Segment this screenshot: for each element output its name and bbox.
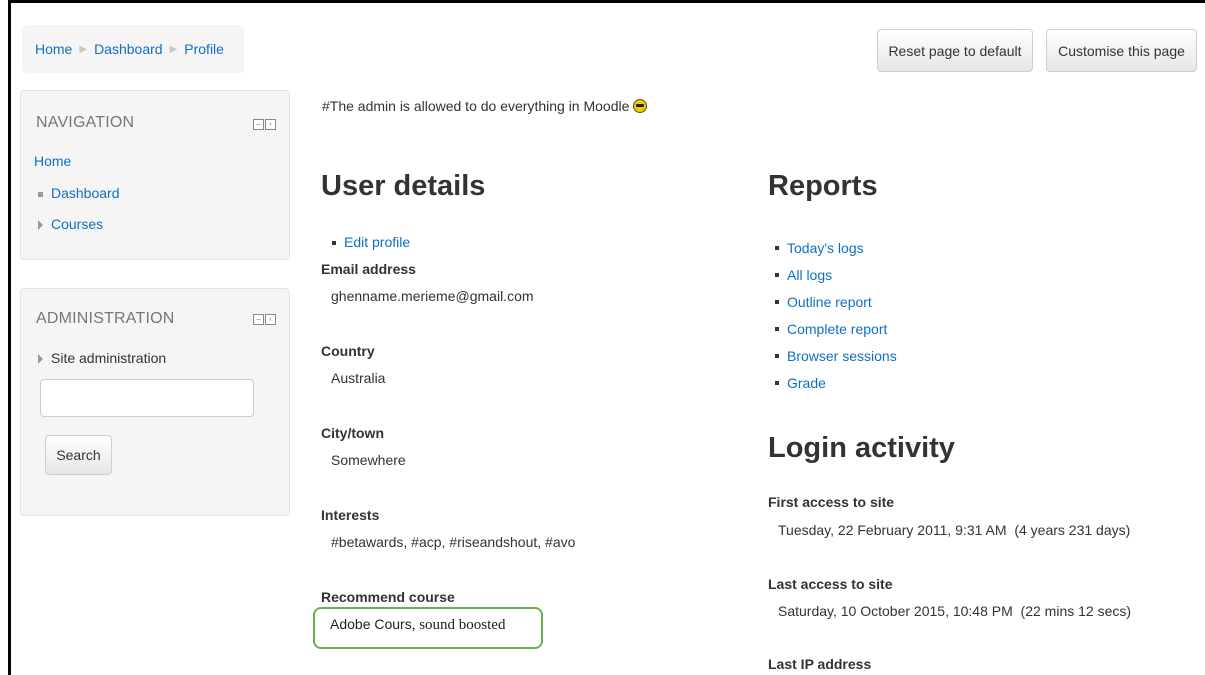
bullet-icon (775, 353, 779, 358)
minimize-icon[interactable]: – (253, 314, 264, 325)
breadcrumb-dashboard[interactable]: Dashboard (94, 41, 163, 57)
list-item[interactable]: Browser sessions (775, 342, 897, 369)
navigation-title: NAVIGATION (36, 114, 135, 131)
recommend-course-label: Recommend course (321, 589, 455, 605)
list-item[interactable]: Grade (775, 369, 897, 396)
interests-links[interactable]: #betawards, #acp, #riseandshout, #avo (331, 534, 575, 550)
login-activity-heading: Login activity (768, 432, 955, 464)
admin-search-button[interactable]: Search (45, 435, 112, 475)
list-item[interactable]: Complete report (775, 315, 897, 342)
report-all-logs-link[interactable]: All logs (787, 267, 832, 283)
bullet-icon (775, 299, 779, 304)
administration-block: ADMINISTRATION – ‹ Site administration S… (20, 288, 290, 516)
reset-page-button[interactable]: Reset page to default (877, 29, 1033, 72)
email-link[interactable]: ghenname.merieme@gmail.com (331, 288, 534, 304)
city-label: City/town (321, 425, 384, 441)
first-access-value: Tuesday, 22 February 2011, 9:31 AM (4 ye… (778, 522, 1131, 538)
expand-arrow-icon[interactable] (38, 354, 43, 365)
recommend-course-value-part: Adobe Cours (330, 616, 412, 632)
report-todays-logs-link[interactable]: Today's logs (787, 240, 864, 256)
breadcrumb-separator-icon: ▶ (169, 43, 178, 55)
administration-block-controls: – ‹ (253, 314, 276, 325)
navigation-block-controls: – ‹ (253, 119, 276, 130)
last-access-label: Last access to site (768, 576, 893, 592)
breadcrumb: Home ▶ Dashboard ▶ Profile (22, 25, 244, 73)
reports-list: Today's logs All logs Outline report Com… (775, 234, 897, 396)
bullet-icon (775, 245, 779, 250)
profile-description: #The admin is allowed to do everything i… (322, 98, 648, 114)
country-label: Country (321, 343, 375, 359)
bullet-icon (775, 380, 779, 385)
reports-heading: Reports (768, 170, 878, 202)
report-grade-link[interactable]: Grade (787, 375, 826, 391)
expand-arrow-icon[interactable] (38, 220, 43, 231)
nav-home-link[interactable]: Home (34, 153, 71, 169)
list-item[interactable]: All logs (775, 261, 897, 288)
report-complete-link[interactable]: Complete report (787, 321, 887, 337)
list-item[interactable]: Today's logs (775, 234, 897, 261)
dock-icon[interactable]: ‹ (265, 314, 276, 325)
customise-page-button[interactable]: Customise this page (1046, 29, 1197, 72)
recommend-course-value: Adobe Cours, sound boosted (330, 616, 505, 634)
nav-dashboard-label[interactable]: Dashboard (51, 185, 120, 201)
nav-item-dashboard[interactable]: Dashboard (38, 185, 120, 201)
profile-description-text: #The admin is allowed to do everything i… (322, 98, 630, 114)
edit-profile-item[interactable]: Edit profile (332, 234, 410, 250)
nav-item-courses[interactable]: Courses (38, 216, 103, 232)
email-label: Email address (321, 261, 416, 277)
bullet-icon (38, 191, 43, 197)
bullet-icon (332, 241, 336, 246)
report-outline-link[interactable]: Outline report (787, 294, 872, 310)
report-browser-sessions-link[interactable]: Browser sessions (787, 348, 897, 364)
site-administration-label: Site administration (51, 350, 167, 366)
city-value: Somewhere (331, 452, 406, 468)
breadcrumb-profile[interactable]: Profile (184, 41, 224, 57)
bullet-icon (775, 272, 779, 277)
last-access-value: Saturday, 10 October 2015, 10:48 PM (22 … (778, 603, 1132, 619)
country-value: Australia (331, 370, 386, 386)
admin-search-input[interactable] (40, 379, 254, 417)
breadcrumb-home[interactable]: Home (35, 41, 72, 57)
nav-courses-label[interactable]: Courses (51, 216, 103, 232)
interests-label: Interests (321, 507, 380, 523)
administration-title: ADMINISTRATION (36, 310, 175, 327)
list-item[interactable]: Outline report (775, 288, 897, 315)
first-access-label: First access to site (768, 494, 895, 510)
bullet-icon (775, 326, 779, 331)
minimize-icon[interactable]: – (253, 119, 264, 130)
breadcrumb-separator-icon: ▶ (79, 43, 88, 55)
edit-profile-link[interactable]: Edit profile (344, 234, 410, 250)
dock-icon[interactable]: ‹ (265, 119, 276, 130)
last-ip-label: Last IP address (768, 656, 872, 672)
navigation-block: NAVIGATION – ‹ Home Dashboard Courses (20, 90, 290, 260)
site-administration-item[interactable]: Site administration (38, 350, 166, 366)
user-details-heading: User details (321, 170, 486, 202)
sunglasses-emoji-icon (633, 99, 648, 113)
recommend-course-value-suffix: , sound boosted (411, 617, 506, 633)
